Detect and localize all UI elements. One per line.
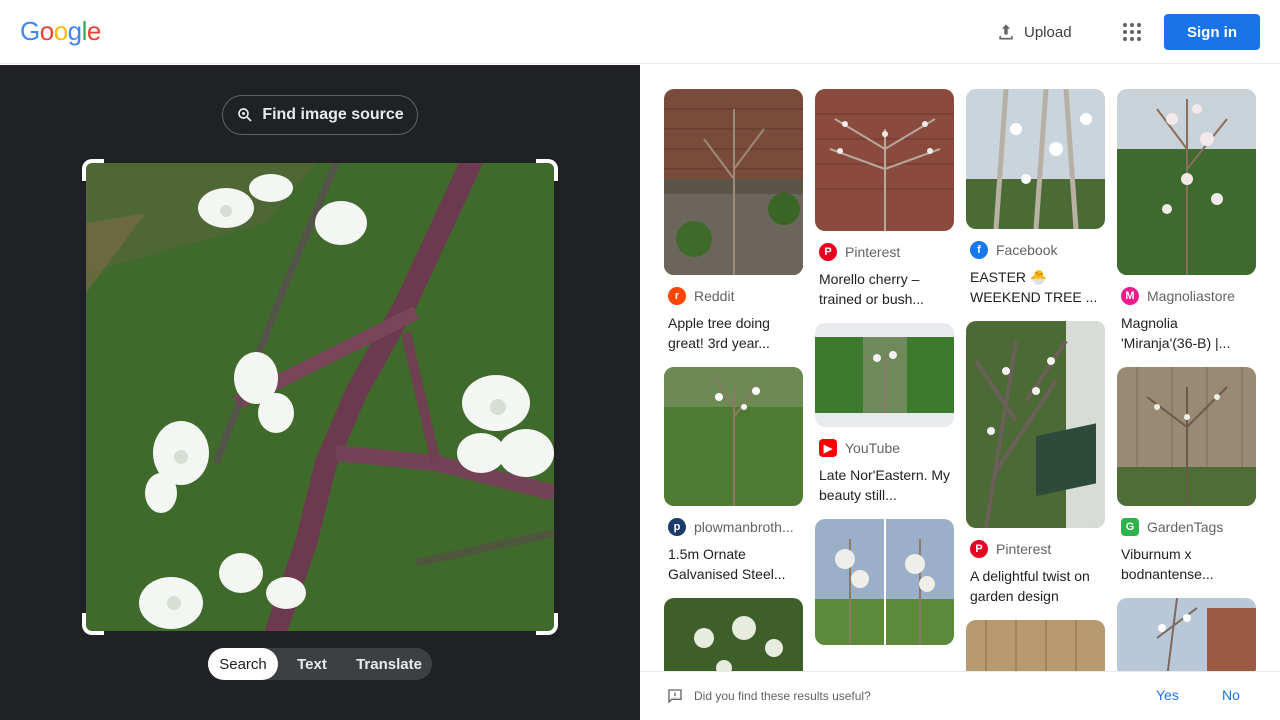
reddit-icon: r [668,287,686,305]
result-card[interactable]: M Magnoliastore Magnolia 'Miranja'(36-B) … [1117,89,1256,353]
plowman-icon: p [668,518,686,536]
sign-in-button[interactable]: Sign in [1164,14,1260,50]
feedback-bar: Did you find these results useful? Yes N… [640,671,1280,720]
upload-button[interactable]: Upload [984,14,1084,50]
crop-handle-top-left[interactable] [82,159,104,181]
feedback-yes-button[interactable]: Yes [1156,687,1179,703]
top-bar: Google Upload Sign in [0,0,1280,64]
google-logo[interactable]: Google [20,16,101,47]
result-card[interactable] [815,519,954,645]
lens-panel: Find image source Search Text Translate [0,65,640,720]
gardentags-icon: G [1121,518,1139,536]
feedback-question: Did you find these results useful? [694,689,871,703]
result-title[interactable]: EASTER 🐣 WEEKEND TREE ... [966,267,1105,307]
query-image[interactable] [86,163,554,631]
feedback-no-button[interactable]: No [1222,687,1240,703]
result-thumbnail[interactable] [815,323,954,427]
find-image-source-button[interactable]: Find image source [222,95,418,135]
result-title[interactable]: Viburnum x bodnantense... [1117,544,1256,584]
result-thumbnail[interactable] [966,89,1105,229]
result-thumbnail[interactable] [664,89,803,275]
result-source: Facebook [996,242,1058,258]
pinterest-icon: P [819,243,837,261]
result-thumbnail[interactable] [1117,598,1256,671]
results-column-1: r Reddit Apple tree doing great! 3rd year… [664,89,803,671]
lens-search-icon [238,108,252,122]
result-card[interactable]: G GardenTags Viburnum x bodnantense... [1117,367,1256,584]
result-source: Pinterest [845,244,901,260]
result-source: Magnoliastore [1147,288,1235,304]
results-column-4: M Magnoliastore Magnolia 'Miranja'(36-B) … [1117,89,1256,671]
magnolia-icon: M [1121,287,1139,305]
result-thumbnail[interactable] [1117,89,1256,275]
result-title[interactable]: A delightful twist on garden design [966,566,1105,606]
result-card[interactable] [966,620,1105,671]
result-card[interactable]: P Pinterest A delightful twist on garden … [966,321,1105,606]
result-title[interactable]: Magnolia 'Miranja'(36-B) |... [1117,313,1256,353]
feedback-icon [668,689,682,704]
result-thumbnail[interactable] [815,519,954,645]
lens-mode-switcher: Search Text Translate [208,648,432,680]
result-title[interactable]: Late Nor'Eastern. My beauty still... [815,465,954,505]
result-card[interactable]: P Pinterest Morello cherry – trained or b… [815,89,954,309]
result-source: YouTube [845,440,901,456]
result-card[interactable]: p plowmanbroth... 1.5m Ornate Galvanised … [664,367,803,584]
mode-text-tab[interactable]: Text [278,648,346,680]
result-thumbnail[interactable] [664,367,803,506]
crop-handle-top-right[interactable] [536,159,558,181]
result-thumbnail[interactable] [664,598,803,671]
result-source: plowmanbroth... [694,519,794,535]
crop-handle-bottom-left[interactable] [82,613,104,635]
result-title[interactable]: Apple tree doing great! 3rd year... [664,313,803,353]
facebook-icon: f [970,241,988,259]
find-image-source-label: Find image source [262,106,404,123]
pinterest-icon: P [970,540,988,558]
result-card[interactable] [1117,598,1256,671]
result-title[interactable]: 1.5m Ornate Galvanised Steel... [664,544,803,584]
results-column-2: P Pinterest Morello cherry – trained or b… [815,89,954,659]
result-card[interactable] [664,598,803,671]
crop-handle-bottom-right[interactable] [536,613,558,635]
result-title[interactable]: Morello cherry – trained or bush... [815,269,954,309]
mode-translate-tab[interactable]: Translate [346,648,432,680]
apps-grid-button[interactable] [1116,16,1148,48]
result-thumbnail[interactable] [966,321,1105,528]
mode-search-tab[interactable]: Search [208,648,278,680]
result-thumbnail[interactable] [966,620,1105,671]
result-source: GardenTags [1147,519,1224,535]
results-column-3: f Facebook EASTER 🐣 WEEKEND TREE ... P Pin… [966,89,1105,671]
upload-icon [999,24,1013,40]
result-source: Pinterest [996,541,1052,557]
result-card[interactable]: r Reddit Apple tree doing great! 3rd year… [664,89,803,353]
result-thumbnail[interactable] [815,89,954,231]
youtube-icon: ▶ [819,439,837,457]
result-card[interactable]: f Facebook EASTER 🐣 WEEKEND TREE ... [966,89,1105,307]
result-source: Reddit [694,288,735,304]
result-thumbnail[interactable] [1117,367,1256,506]
result-card[interactable]: ▶ YouTube Late Nor'Eastern. My beauty sti… [815,323,954,505]
upload-label: Upload [1024,23,1072,41]
visual-matches: r Reddit Apple tree doing great! 3rd year… [640,65,1280,671]
